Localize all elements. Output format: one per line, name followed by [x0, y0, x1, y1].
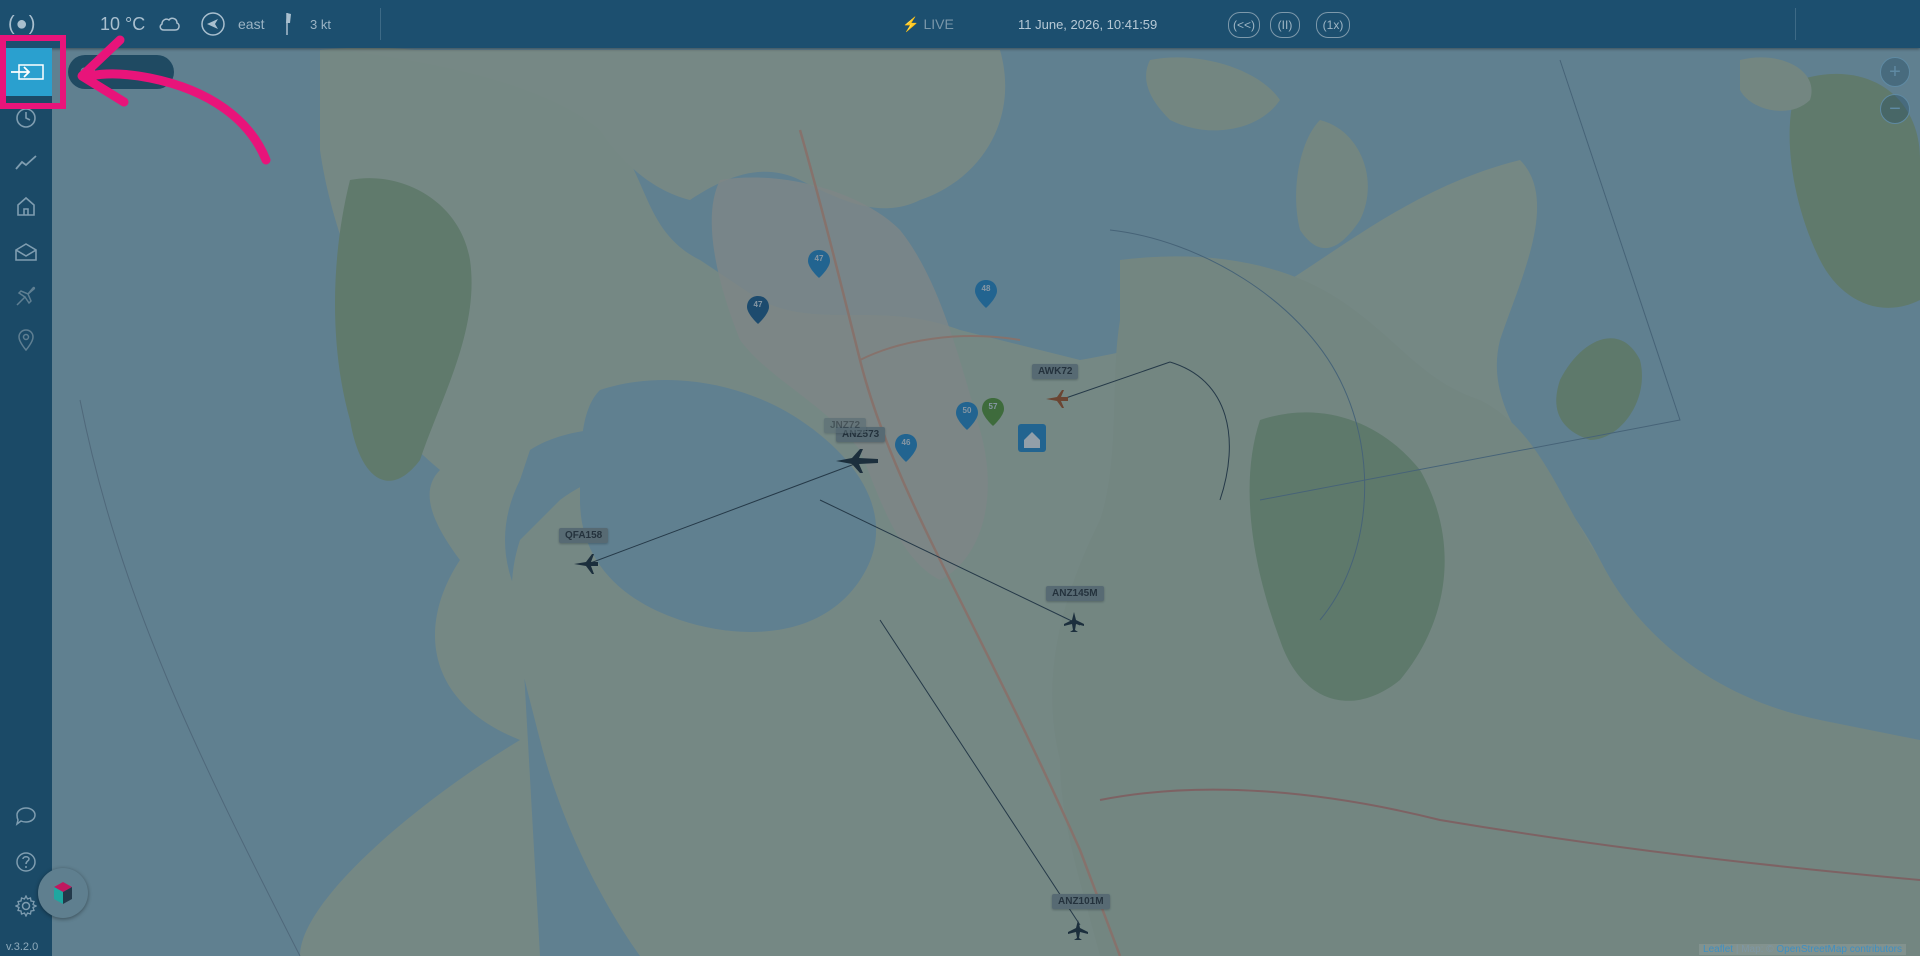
- pause-button[interactable]: (II): [1270, 12, 1300, 38]
- noise-marker[interactable]: 50: [956, 402, 978, 430]
- home-icon: [17, 196, 35, 216]
- clock-icon: [16, 108, 36, 128]
- aircraft-icon[interactable]: [1062, 610, 1086, 634]
- map-attribution: Leaflet | Map: © OpenStreetMap contribut…: [1699, 944, 1906, 955]
- flight-label[interactable]: ANZ145M: [1046, 586, 1104, 601]
- flight-label[interactable]: AWK72: [1032, 364, 1079, 379]
- noise-marker-value: 48: [981, 284, 991, 293]
- noise-marker-value: 47: [753, 300, 763, 309]
- map-pin-icon: [18, 329, 34, 351]
- noise-marker[interactable]: 57: [982, 398, 1004, 426]
- bolt-icon: ⚡: [902, 15, 920, 32]
- live-label: LIVE: [923, 16, 954, 32]
- divider: [380, 8, 381, 40]
- cube-logo-icon: [54, 882, 72, 904]
- app-badge-button[interactable]: [38, 868, 88, 918]
- flight-label[interactable]: QFA158: [559, 528, 609, 543]
- highlight-box: [0, 35, 66, 109]
- current-datetime: 11 June, 2026, 10:41:59: [1018, 16, 1158, 32]
- noise-marker[interactable]: 48: [975, 280, 997, 308]
- divider: [1795, 8, 1796, 40]
- noise-marker[interactable]: 47: [808, 250, 830, 278]
- sidebar-item-chat[interactable]: [0, 794, 52, 838]
- playback-speed-button[interactable]: (1x): [1316, 12, 1350, 38]
- noise-marker-value: 47: [814, 254, 824, 263]
- aircraft-icon[interactable]: [1066, 918, 1090, 940]
- annotation-arrow-icon: [77, 35, 271, 165]
- sidebar-item-flights[interactable]: [0, 274, 52, 318]
- envelope-icon: [15, 243, 37, 261]
- aircraft-icon[interactable]: [572, 552, 600, 576]
- chat-icon: [15, 807, 36, 826]
- attribution-separator: | Map: ©: [1733, 944, 1777, 955]
- sidebar-item-locations[interactable]: [0, 318, 52, 362]
- leaflet-link[interactable]: Leaflet: [1703, 944, 1733, 955]
- chart-line-icon: [15, 155, 37, 170]
- live-indicator[interactable]: ⚡ LIVE: [902, 0, 954, 48]
- noise-marker[interactable]: 46: [895, 434, 917, 462]
- zoom-out-button[interactable]: −: [1880, 94, 1910, 124]
- noise-marker[interactable]: 47: [747, 296, 769, 324]
- wind-speed: 3 kt: [310, 16, 331, 32]
- aircraft-icon[interactable]: [1044, 388, 1070, 410]
- sidebar-item-home[interactable]: [0, 184, 52, 228]
- noise-marker-value: 50: [962, 406, 972, 415]
- app-version: v.3.2.0: [6, 941, 39, 953]
- rewind-button[interactable]: (<<): [1228, 12, 1260, 38]
- help-icon: [16, 852, 36, 872]
- flight-label[interactable]: JNZ72: [824, 418, 867, 433]
- plane-icon: [16, 286, 36, 306]
- osm-link[interactable]: OpenStreetMap contributors: [1776, 944, 1902, 955]
- gear-icon: [15, 895, 37, 917]
- sidebar: v.3.2.0: [0, 48, 52, 956]
- zoom-in-button[interactable]: +: [1880, 57, 1910, 87]
- flight-label[interactable]: ANZ101M: [1052, 894, 1110, 909]
- sidebar-item-trends[interactable]: [0, 140, 52, 184]
- aircraft-icon[interactable]: [834, 447, 882, 475]
- sidebar-item-messages[interactable]: [0, 230, 52, 274]
- noise-marker-value: 46: [901, 438, 911, 447]
- noise-marker-value: 57: [988, 402, 998, 411]
